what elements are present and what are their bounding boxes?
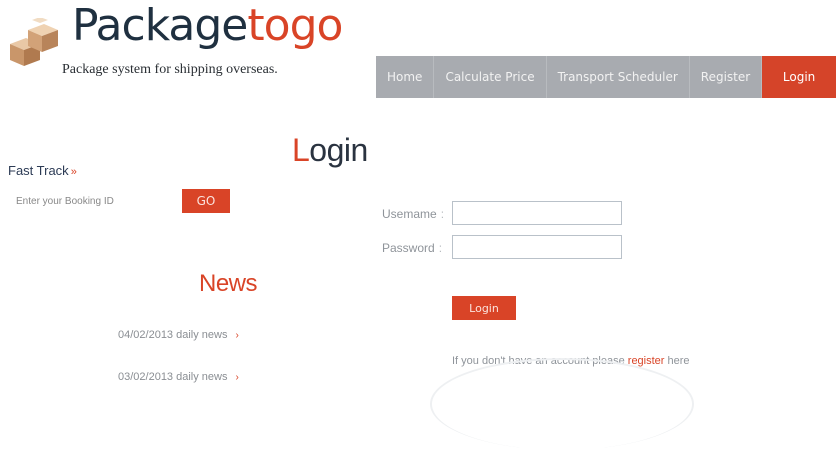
nav-login[interactable]: Login: [762, 56, 836, 98]
news-item-label: 03/02/2013 daily news: [118, 371, 228, 383]
site-tagline: Package system for shipping overseas.: [62, 62, 278, 77]
news-item[interactable]: 03/02/2013 daily news ›: [118, 371, 239, 383]
go-button[interactable]: GO: [182, 189, 230, 213]
page-title: Login: [292, 132, 368, 168]
news-item[interactable]: 04/02/2013 daily news ›: [118, 329, 239, 341]
login-button[interactable]: Login: [452, 296, 516, 320]
decorative-arc: [430, 358, 694, 450]
username-field[interactable]: [452, 201, 622, 225]
stacked-boxes-icon: [10, 18, 58, 66]
fast-track-heading: Fast Track»: [8, 163, 77, 178]
site-logo[interactable]: Packagetogo Package system for shipping …: [0, 0, 343, 90]
nav-register[interactable]: Register: [690, 56, 763, 98]
booking-id-input[interactable]: [8, 190, 176, 212]
site-title: Packagetogo: [72, 0, 343, 51]
password-label: Password:: [382, 241, 443, 255]
fast-track-title: Fast Track: [8, 163, 69, 178]
chevron-right-icon: ›: [235, 330, 239, 341]
news-item-label: 04/02/2013 daily news: [118, 329, 228, 341]
nav-home[interactable]: Home: [376, 56, 435, 98]
chevron-right-icon: ›: [235, 372, 239, 383]
main-nav: Home Calculate Price Transport Scheduler…: [376, 56, 836, 98]
double-arrow-icon: »: [70, 166, 77, 178]
username-label: Usemame:: [382, 207, 445, 221]
nav-calculate-price[interactable]: Calculate Price: [434, 56, 547, 98]
news-heading: News: [199, 270, 258, 297]
password-field[interactable]: [452, 235, 622, 259]
nav-transport-scheduler[interactable]: Transport Scheduler: [547, 56, 690, 98]
